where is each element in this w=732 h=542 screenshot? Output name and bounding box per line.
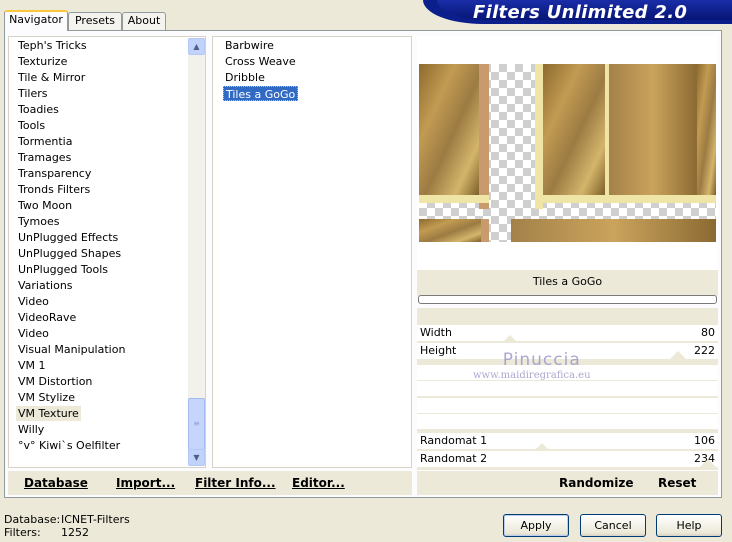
- status-database-value: ICNET-Filters: [61, 513, 130, 526]
- slider-marker: [700, 459, 716, 467]
- param-row[interactable]: Width 80: [417, 325, 718, 341]
- category-item[interactable]: VM Texture: [16, 406, 81, 421]
- slider-marker: [534, 443, 550, 451]
- randomize-button[interactable]: Randomize: [559, 471, 633, 495]
- filter-info-button[interactable]: Filter Info...: [195, 471, 276, 495]
- help-button[interactable]: Help: [656, 514, 722, 537]
- category-item[interactable]: Tymoes: [16, 214, 61, 229]
- category-item[interactable]: Tile & Mirror: [16, 70, 87, 85]
- category-item[interactable]: Video: [16, 326, 51, 341]
- app-title: Filters Unlimited 2.0: [473, 2, 688, 23]
- tab-presets[interactable]: Presets: [68, 12, 122, 30]
- param-row-empty: [417, 413, 718, 429]
- current-filter-name: Tiles a GoGo: [417, 270, 718, 296]
- category-item[interactable]: VideoRave: [16, 310, 78, 325]
- param-value: 222: [694, 344, 715, 357]
- category-item[interactable]: Video: [16, 294, 51, 309]
- slider-marker: [670, 351, 686, 359]
- category-item[interactable]: UnPlugged Tools: [16, 262, 110, 277]
- watermark-url: www.maidiregrafica.eu: [473, 370, 591, 381]
- param-label: Randomat 1: [420, 434, 488, 447]
- tab-about[interactable]: About: [122, 12, 166, 30]
- category-item[interactable]: Visual Manipulation: [16, 342, 127, 357]
- category-item[interactable]: Tramages: [16, 150, 73, 165]
- param-label: Randomat 2: [420, 452, 488, 465]
- param-label: Height: [420, 344, 457, 357]
- category-item[interactable]: Willy: [16, 422, 46, 437]
- category-item[interactable]: UnPlugged Effects: [16, 230, 120, 245]
- category-item[interactable]: °v° Kiwi`s Oelfilter: [16, 438, 122, 453]
- category-item[interactable]: Two Moon: [16, 198, 74, 213]
- category-item[interactable]: Transparency: [16, 166, 93, 181]
- category-item[interactable]: UnPlugged Shapes: [16, 246, 123, 261]
- param-row[interactable]: Randomat 1 106: [417, 433, 718, 449]
- cancel-button[interactable]: Cancel: [580, 514, 646, 537]
- scroll-thumb[interactable]: ≡: [188, 398, 205, 450]
- param-row-empty: [417, 380, 718, 396]
- slider-marker: [502, 335, 518, 343]
- category-item[interactable]: Tilers: [16, 86, 50, 101]
- category-item[interactable]: Tormentia: [16, 134, 74, 149]
- filter-list[interactable]: Barbwire Cross Weave Dribble Tiles a GoGo: [212, 36, 412, 468]
- param-value: 80: [701, 326, 715, 339]
- scroll-down-button[interactable]: ▼: [188, 449, 205, 466]
- apply-button[interactable]: Apply: [503, 514, 569, 537]
- filter-item[interactable]: Barbwire: [223, 38, 276, 53]
- category-item[interactable]: Teph's Tricks: [16, 38, 89, 53]
- import-button[interactable]: Import...: [116, 471, 175, 495]
- database-button[interactable]: Database: [24, 471, 88, 495]
- right-action-bar: Randomize Reset: [417, 471, 718, 495]
- category-item[interactable]: VM Stylize: [16, 390, 77, 405]
- scroll-up-button[interactable]: ▲: [188, 38, 205, 55]
- filter-item[interactable]: Dribble: [223, 70, 267, 85]
- category-item[interactable]: Tronds Filters: [16, 182, 92, 197]
- category-list[interactable]: Teph's Tricks Texturize Tile & Mirror Tiler…: [8, 36, 206, 468]
- tab-navigator[interactable]: Navigator: [4, 10, 68, 31]
- category-item[interactable]: VM 1: [16, 358, 48, 373]
- filter-item[interactable]: Tiles a GoGo: [223, 86, 299, 101]
- category-item[interactable]: Texturize: [16, 54, 69, 69]
- watermark-name: Pinuccia: [502, 350, 581, 370]
- status-database-label: Database:: [4, 513, 61, 526]
- progress-bar: [418, 295, 717, 304]
- preview-image: [419, 64, 716, 242]
- status-filters-label: Filters:: [4, 526, 41, 539]
- param-value: 106: [694, 434, 715, 447]
- status-filters-value: 1252: [61, 526, 89, 539]
- editor-button[interactable]: Editor...: [292, 471, 345, 495]
- category-scrollbar[interactable]: ▲ ≡ ▼: [188, 38, 205, 466]
- filter-item[interactable]: Cross Weave: [223, 54, 298, 69]
- param-label: Width: [420, 326, 452, 339]
- watermark: Pinuccia www.maidiregrafica.eu: [473, 350, 591, 381]
- category-item[interactable]: Toadies: [16, 102, 61, 117]
- param-row-empty: [417, 397, 718, 413]
- left-action-bar: Database Import... Filter Info... Editor…: [8, 471, 412, 495]
- param-row[interactable]: Randomat 2 234: [417, 451, 718, 467]
- category-item[interactable]: Tools: [16, 118, 47, 133]
- category-item[interactable]: Variations: [16, 278, 75, 293]
- reset-button[interactable]: Reset: [658, 471, 696, 495]
- category-item[interactable]: VM Distortion: [16, 374, 94, 389]
